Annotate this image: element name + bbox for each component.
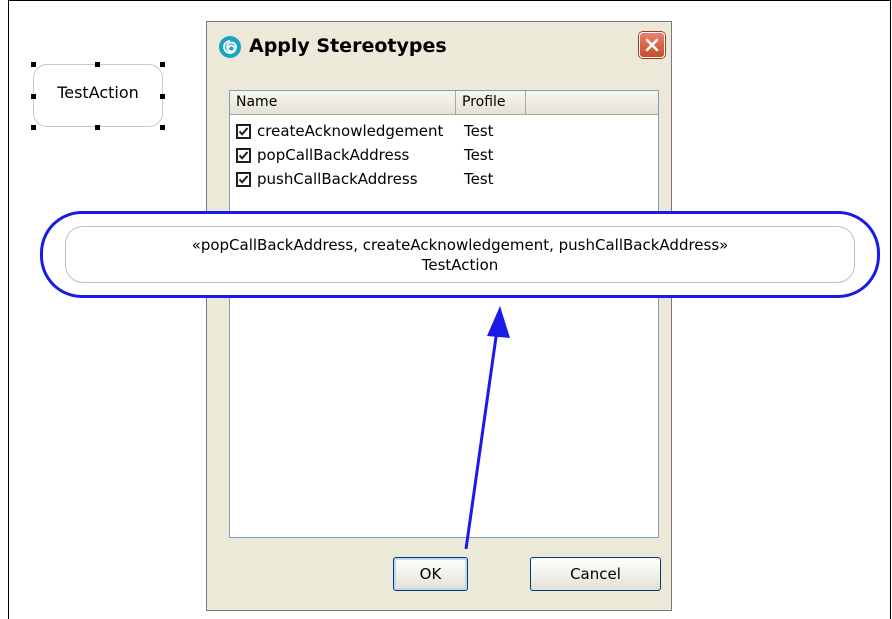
selection-handle[interactable] xyxy=(95,62,100,67)
stereotype-profile: Test xyxy=(464,146,494,164)
selection-handle[interactable] xyxy=(95,125,100,130)
checkbox[interactable] xyxy=(236,148,251,163)
ok-button[interactable]: OK xyxy=(393,557,468,591)
swirl-icon xyxy=(219,36,241,58)
node-label: TestAction xyxy=(57,83,139,102)
selection-handle[interactable] xyxy=(160,94,165,99)
cancel-button[interactable]: Cancel xyxy=(530,557,661,591)
list-item[interactable]: createAcknowledgement Test xyxy=(236,121,646,143)
stereotype-name: createAcknowledgement xyxy=(257,122,444,140)
stereotype-callout: «popCallBackAddress, createAcknowledgeme… xyxy=(40,211,880,298)
rendered-node-preview: «popCallBackAddress, createAcknowledgeme… xyxy=(65,226,855,283)
stereotype-profile: Test xyxy=(464,170,494,188)
close-icon[interactable] xyxy=(639,32,665,58)
dialog-titlebar[interactable]: Apply Stereotypes xyxy=(207,22,671,72)
selection-handle[interactable] xyxy=(160,125,165,130)
list-item[interactable]: popCallBackAddress Test xyxy=(236,145,646,167)
stereotype-profile: Test xyxy=(464,122,494,140)
column-header-empty xyxy=(526,91,658,114)
stereotypes-line: «popCallBackAddress, createAcknowledgeme… xyxy=(191,235,729,254)
selection-handle[interactable] xyxy=(31,94,36,99)
selection-handle[interactable] xyxy=(31,125,36,130)
selection-handle[interactable] xyxy=(160,62,165,67)
node-name-line: TestAction xyxy=(421,255,499,274)
stereotype-name: popCallBackAddress xyxy=(257,146,410,164)
checkbox[interactable] xyxy=(236,124,251,139)
checkbox[interactable] xyxy=(236,172,251,187)
list-header: Name Profile xyxy=(230,91,658,115)
test-action-node[interactable]: TestAction xyxy=(33,64,163,127)
selection-handle[interactable] xyxy=(31,62,36,67)
dialog-title: Apply Stereotypes xyxy=(249,35,447,57)
list-item[interactable]: pushCallBackAddress Test xyxy=(236,169,646,191)
stereotype-name: pushCallBackAddress xyxy=(257,170,418,188)
apply-stereotypes-dialog: Apply Stereotypes Name Profile createAck… xyxy=(206,21,672,611)
column-header-name[interactable]: Name xyxy=(230,91,456,114)
column-header-profile[interactable]: Profile xyxy=(456,91,526,114)
stereotype-list[interactable]: Name Profile createAcknowledgement Test … xyxy=(229,90,659,538)
